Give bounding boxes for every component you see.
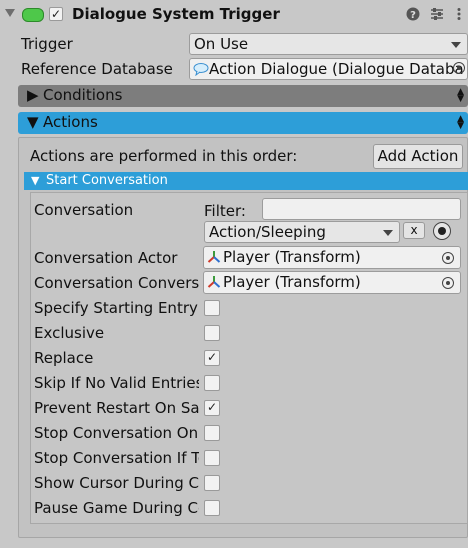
preset-icon[interactable] <box>430 7 444 21</box>
object-picker-icon[interactable] <box>442 277 454 289</box>
prevent-restart-checkbox[interactable]: ✓ <box>204 400 220 416</box>
stop-conversation-on-checkbox[interactable] <box>204 425 220 441</box>
scroll-arrows-icon: ▲ ▼ <box>457 87 464 104</box>
component-icon <box>22 8 44 22</box>
reference-database-label: Reference Database <box>21 60 173 78</box>
more-icon[interactable] <box>452 7 466 21</box>
transform-icon <box>207 249 221 263</box>
pause-game-checkbox[interactable] <box>204 500 220 516</box>
svg-text:?: ? <box>410 10 416 21</box>
option-label: Skip If No Valid Entries <box>34 374 199 392</box>
show-cursor-checkbox[interactable] <box>204 475 220 491</box>
conversation-value: Action/Sleeping <box>209 223 326 241</box>
component-header: ✓ Dialogue System Trigger ? <box>0 0 468 30</box>
specify-starting-entry-checkbox[interactable] <box>204 300 220 316</box>
actions-label: Actions <box>43 113 98 131</box>
replace-checkbox[interactable]: ✓ <box>204 350 220 366</box>
conversation-conversant-value: Player (Transform) <box>223 273 361 291</box>
option-label: Show Cursor During Co <box>34 474 199 492</box>
trigger-dropdown[interactable]: On Use <box>189 33 468 55</box>
conversation-conversant-label: Conversation Conversa <box>34 274 199 292</box>
conversation-label: Conversation <box>34 201 134 219</box>
option-label: Stop Conversation If To <box>34 449 199 467</box>
start-conversation-label: Start Conversation <box>46 173 168 188</box>
collapse-arrow-icon: ▼ <box>31 174 40 187</box>
collapse-arrow-icon: ▼ <box>27 113 39 131</box>
exclusive-checkbox[interactable] <box>204 325 220 341</box>
clear-conversation-button[interactable]: x <box>403 222 425 239</box>
conversation-conversant-field[interactable]: Player (Transform) <box>203 271 461 294</box>
filter-label: Filter: <box>204 202 246 220</box>
stop-conversation-if-checkbox[interactable] <box>204 450 220 466</box>
conversation-actor-value: Player (Transform) <box>223 248 361 266</box>
option-label: Prevent Restart On San <box>34 399 199 417</box>
actions-foldout[interactable]: ▼ Actions ▲ ▼ <box>18 112 468 134</box>
scroll-arrows-icon: ▲ ▼ <box>457 114 464 131</box>
dialogue-database-icon <box>193 61 209 77</box>
filter-input[interactable] <box>262 198 461 220</box>
component-enabled-checkbox[interactable]: ✓ <box>49 7 63 21</box>
trigger-label: Trigger <box>21 35 73 53</box>
reference-database-field[interactable]: Action Dialogue (Dialogue Databa <box>189 58 468 80</box>
transform-icon <box>207 274 221 288</box>
actions-order-text: Actions are performed in this order: <box>30 147 298 165</box>
trigger-value: On Use <box>194 35 249 53</box>
object-picker-icon[interactable] <box>453 62 465 74</box>
chevron-down-icon <box>383 230 393 236</box>
conversation-picker-icon[interactable] <box>433 222 451 240</box>
help-icon[interactable]: ? <box>406 7 420 21</box>
chevron-down-icon <box>451 42 461 48</box>
conversation-actor-field[interactable]: Player (Transform) <box>203 246 461 269</box>
option-label: Pause Game During Co <box>34 499 199 517</box>
option-label: Exclusive <box>34 324 105 342</box>
option-label: Replace <box>34 349 94 367</box>
option-label: Specify Starting Entry <box>34 299 198 317</box>
skip-if-no-valid-entries-checkbox[interactable] <box>204 375 220 391</box>
expand-arrow-icon: ▶ <box>27 86 39 104</box>
start-conversation-foldout[interactable]: ▼ Start Conversation <box>24 172 468 190</box>
conditions-label: Conditions <box>43 86 123 104</box>
option-label: Stop Conversation On T <box>34 424 199 442</box>
component-title: Dialogue System Trigger <box>72 5 280 23</box>
conversation-actor-label: Conversation Actor <box>34 249 178 267</box>
add-action-button[interactable]: Add Action <box>373 144 463 169</box>
conditions-foldout[interactable]: ▶ Conditions ▲ ▼ <box>18 85 468 107</box>
reference-database-value: Action Dialogue (Dialogue Databa <box>209 60 464 78</box>
conversation-dropdown[interactable]: Action/Sleeping <box>204 221 400 243</box>
object-picker-icon[interactable] <box>442 252 454 264</box>
fold-arrow-icon[interactable] <box>5 9 15 17</box>
